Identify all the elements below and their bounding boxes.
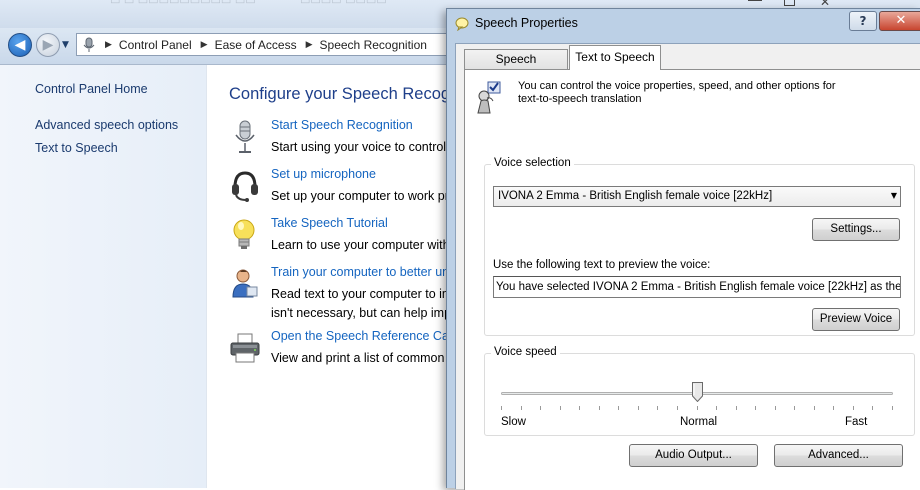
task-description-line: isn't necessary, but can help impr	[271, 306, 456, 320]
breadcrumb-speech-recognition[interactable]: Speech Recognition	[320, 38, 427, 52]
preview-text-input[interactable]: You have selected IVONA 2 Emma - British…	[493, 276, 901, 298]
slider-tick	[618, 406, 619, 410]
breadcrumb-separator-icon: ▶	[305, 39, 313, 50]
dialog-title: Speech Properties	[475, 16, 578, 30]
forward-button[interactable]: ▶	[36, 33, 60, 57]
slider-tick	[599, 406, 600, 410]
advanced-button[interactable]: Advanced...	[774, 444, 903, 467]
slider-tick	[853, 406, 854, 410]
speech-reference-card-link[interactable]: Open the Speech Reference Card	[271, 329, 460, 343]
slider-tick	[794, 406, 795, 410]
microphone-icon	[83, 37, 95, 52]
task-description: Set up your computer to work pro	[271, 189, 456, 203]
train-computer-link[interactable]: Train your computer to better un	[271, 265, 449, 279]
speech-properties-dialog: Speech Properties ? ✕ Speech Recognition…	[446, 8, 920, 490]
slider-tick	[677, 406, 678, 410]
voice-speed-slider-thumb[interactable]	[691, 382, 703, 402]
slider-tick	[833, 406, 834, 410]
slider-tick	[501, 406, 502, 410]
dialog-body: Speech Recognition Text to Speech You ca…	[455, 43, 920, 490]
take-speech-tutorial-link[interactable]: Take Speech Tutorial	[271, 216, 388, 230]
task-description: Read text to your computer to im isn't n…	[271, 285, 455, 323]
lightbulb-icon	[233, 219, 255, 249]
slider-tick	[755, 406, 756, 410]
user-train-icon	[232, 269, 258, 298]
back-arrow-icon: ◀	[14, 37, 26, 53]
speed-normal-label: Normal	[680, 416, 718, 428]
voice-speed-group: Voice speed Slow Normal Fast	[484, 346, 915, 436]
audio-output-button[interactable]: Audio Output...	[629, 444, 758, 467]
speaking-figure-icon	[477, 81, 501, 114]
set-up-microphone-link[interactable]: Set up microphone	[271, 167, 376, 181]
breadcrumb-separator-icon: ▶	[200, 39, 208, 50]
voice-select[interactable]: IVONA 2 Emma - British English female vo…	[493, 186, 901, 207]
text-to-speech-tab-page: You can control the voice properties, sp…	[464, 69, 920, 490]
tab-text-to-speech[interactable]: Text to Speech	[569, 45, 661, 70]
dropdown-arrow-icon: ▼	[890, 191, 897, 200]
speed-fast-label: Fast	[845, 416, 868, 428]
back-button[interactable]: ◀	[8, 33, 32, 57]
forward-arrow-icon: ▶	[42, 37, 54, 53]
page-title: Configure your Speech Recogn	[229, 85, 460, 103]
tab-speech-recognition[interactable]: Speech Recognition	[464, 49, 568, 84]
slider-tick	[657, 406, 658, 410]
help-button[interactable]: ?	[849, 11, 877, 31]
slider-tick	[892, 406, 893, 410]
voice-select-value: IVONA 2 Emma - British English female vo…	[498, 190, 773, 202]
slider-tick	[716, 406, 717, 410]
recent-pages-dropdown-icon[interactable]: ▼	[62, 40, 69, 50]
background-tab: ▭ ▭ ▭▭▭▭▭▭▭▭▭ ▭▭	[110, 0, 256, 7]
control-panel-home-link[interactable]: Control Panel Home	[35, 82, 148, 96]
task-description: Start using your voice to control y	[271, 140, 456, 154]
task-description: View and print a list of common c	[271, 351, 455, 365]
headset-icon	[232, 171, 258, 202]
voice-selection-label: Voice selection	[491, 157, 574, 169]
voice-selection-group: Voice selection IVONA 2 Emma - British E…	[484, 157, 915, 336]
breadcrumb-control-panel[interactable]: Control Panel	[119, 38, 192, 52]
slider-tick	[872, 406, 873, 410]
address-bar[interactable]: ▶ Control Panel ▶ Ease of Access ▶ Speec…	[76, 33, 456, 56]
background-tab: ▭▭▭▭ ▭▭▭▭	[300, 0, 387, 7]
task-description: Learn to use your computer with	[271, 238, 450, 252]
preview-voice-button[interactable]: Preview Voice	[812, 308, 900, 331]
speech-properties-icon	[455, 17, 469, 31]
tts-info-line: You can control the voice properties, sp…	[518, 80, 836, 92]
slider-tick	[579, 406, 580, 410]
voice-speed-label: Voice speed	[491, 346, 560, 358]
microphone-icon	[235, 120, 255, 153]
advanced-speech-options-link[interactable]: Advanced speech options	[35, 118, 178, 132]
start-speech-recognition-link[interactable]: Start Speech Recognition	[271, 118, 413, 132]
slider-tick	[560, 406, 561, 410]
breadcrumb-separator-icon: ▶	[105, 39, 112, 50]
tts-info-text: You can control the voice properties, sp…	[518, 80, 836, 106]
text-to-speech-link[interactable]: Text to Speech	[35, 141, 118, 155]
close-button[interactable]: ✕	[879, 11, 920, 31]
left-navigation-pane: Control Panel Home Advanced speech optio…	[0, 65, 207, 488]
slider-tick	[638, 406, 639, 410]
slider-tick	[521, 406, 522, 410]
task-description-line: Read text to your computer to im	[271, 287, 453, 301]
preview-text-label: Use the following text to preview the vo…	[493, 259, 711, 271]
settings-button[interactable]: Settings...	[812, 218, 900, 241]
slider-tick	[697, 406, 698, 410]
slider-tick	[814, 406, 815, 410]
breadcrumb-ease-of-access[interactable]: Ease of Access	[215, 38, 297, 52]
slider-tick	[775, 406, 776, 410]
speed-slow-label: Slow	[501, 416, 526, 428]
tts-info-line: text-to-speech translation	[518, 93, 642, 105]
slider-tick	[540, 406, 541, 410]
slider-tick	[736, 406, 737, 410]
printer-icon	[230, 333, 260, 363]
